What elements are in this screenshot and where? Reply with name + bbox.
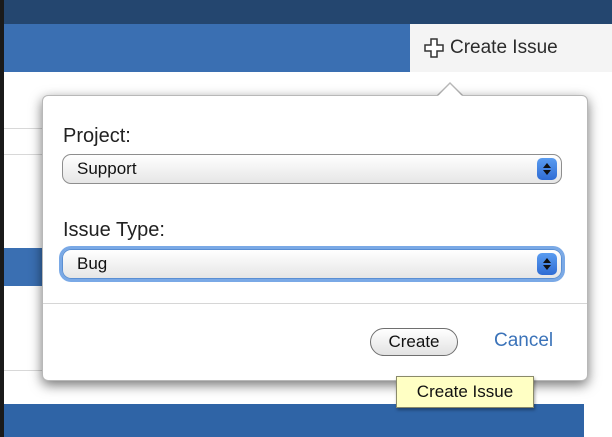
background-right-strip [584, 72, 612, 437]
cancel-link[interactable]: Cancel [494, 330, 553, 352]
issue-type-label: Issue Type: [63, 219, 165, 241]
issue-type-select-value: Bug [77, 254, 108, 273]
window-border [0, 0, 4, 437]
issue-type-select[interactable]: Bug [62, 249, 562, 279]
dialog-divider [43, 303, 587, 304]
create-tooltip: Create Issue [396, 376, 534, 408]
top-dark-bar [0, 0, 612, 24]
create-issue-header-label: Create Issue [450, 37, 558, 58]
create-issue-header-button[interactable]: Create Issue [410, 24, 612, 72]
create-issue-dialog: Project: Support Issue Type: Bug Create … [42, 95, 588, 381]
project-select-value: Support [77, 159, 137, 178]
background-bottom-bar [4, 404, 584, 437]
chevron-updown-icon [537, 253, 557, 275]
chevron-updown-icon [537, 158, 557, 180]
dialog-pointer-fill [437, 84, 463, 97]
project-label: Project: [63, 125, 131, 147]
project-select[interactable]: Support [62, 154, 562, 184]
plus-icon [424, 38, 444, 58]
create-button[interactable]: Create [370, 328, 458, 356]
